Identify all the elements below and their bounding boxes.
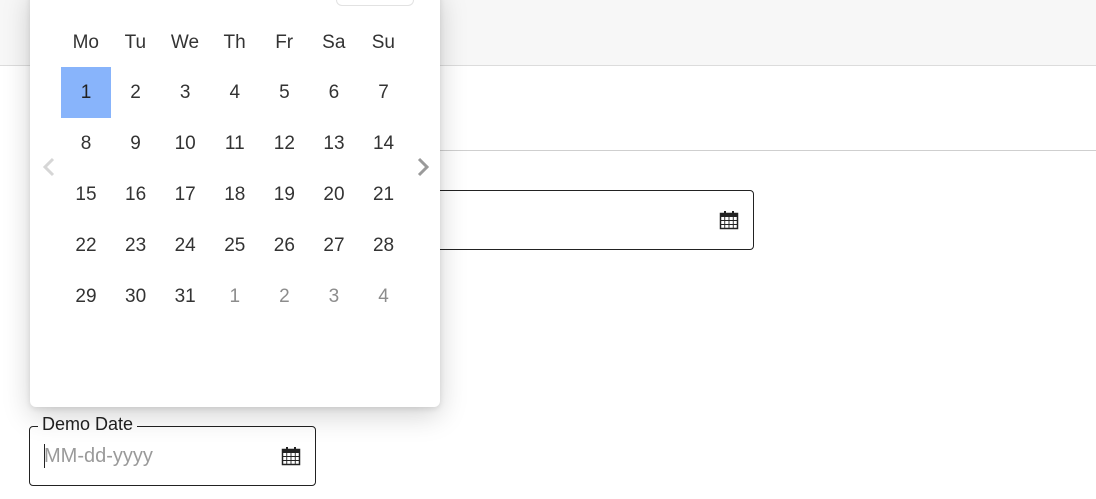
- calendar-day[interactable]: 19: [259, 169, 309, 220]
- calendar-day[interactable]: 16: [111, 169, 161, 220]
- weekday-label: Th: [223, 32, 246, 53]
- calendar-day[interactable]: 14: [359, 118, 409, 169]
- calendar-day[interactable]: 27: [309, 220, 359, 271]
- calendar-day[interactable]: 5: [259, 67, 309, 118]
- calendar-day[interactable]: 9: [111, 118, 161, 169]
- calendar-day[interactable]: 21: [359, 169, 409, 220]
- calendar-day[interactable]: 12: [259, 118, 309, 169]
- calendar-day[interactable]: 25: [210, 220, 260, 271]
- weekday-label: We: [170, 32, 200, 53]
- section-divider: [440, 150, 1096, 151]
- chevron-left-icon[interactable]: [40, 154, 58, 180]
- weekday-label: Tu: [124, 32, 147, 53]
- calendar-day[interactable]: 22: [61, 220, 111, 271]
- calendar-day[interactable]: 24: [160, 220, 210, 271]
- demo-date-field[interactable]: [29, 426, 316, 486]
- calendar-day-next-month[interactable]: 3: [309, 271, 359, 322]
- calendar-popup: Mo Tu We Th Fr Sa Su 1 2 3 4 5 6 7 8 9 10 11 12 13 14 15 16 17…: [30, 0, 440, 407]
- calendar-day[interactable]: 7: [359, 67, 409, 118]
- calendar-day[interactable]: 8: [61, 118, 111, 169]
- calendar-day[interactable]: 4: [210, 67, 260, 118]
- weekday-label: Fr: [275, 32, 294, 53]
- calendar-icon[interactable]: [281, 446, 301, 466]
- calendar-day[interactable]: 30: [111, 271, 161, 322]
- calendar-day-next-month[interactable]: 2: [259, 271, 309, 322]
- calendar-day[interactable]: 28: [359, 220, 409, 271]
- calendar-day[interactable]: 3: [160, 67, 210, 118]
- calendar-day[interactable]: 11: [210, 118, 260, 169]
- demo-date-label: Demo Date: [38, 413, 138, 435]
- chevron-right-icon[interactable]: [414, 154, 432, 180]
- calendar-day[interactable]: 31: [160, 271, 210, 322]
- day-grid: 1 2 3 4 5 6 7 8 9 10 11 12 13 14 15 16 17 18 19 20 21 22 23 24 2…: [61, 67, 408, 322]
- calendar-day[interactable]: 26: [259, 220, 309, 271]
- calendar-day[interactable]: 6: [309, 67, 359, 118]
- calendar-day[interactable]: 10: [160, 118, 210, 169]
- calendar-day[interactable]: 15: [61, 169, 111, 220]
- weekday-header: Mo Tu We Th Fr Sa Su: [61, 29, 408, 57]
- calendar-day[interactable]: 17: [160, 169, 210, 220]
- demo-date-input[interactable]: [44, 427, 264, 485]
- calendar-day[interactable]: 18: [210, 169, 260, 220]
- calendar-day[interactable]: 23: [111, 220, 161, 271]
- calendar-day-selected[interactable]: 1: [61, 67, 111, 118]
- calendar-day-next-month[interactable]: 4: [359, 271, 409, 322]
- calendar-day[interactable]: 20: [309, 169, 359, 220]
- calendar-day[interactable]: 13: [309, 118, 359, 169]
- calendar-icon[interactable]: [719, 210, 739, 230]
- calendar-day[interactable]: 29: [61, 271, 111, 322]
- weekday-label: Mo: [72, 32, 99, 53]
- weekday-label: Su: [371, 32, 395, 53]
- calendar-day[interactable]: 2: [111, 67, 161, 118]
- calendar-day-next-month[interactable]: 1: [210, 271, 260, 322]
- view-switch-button[interactable]: [336, 0, 414, 6]
- weekday-label: Sa: [322, 32, 346, 53]
